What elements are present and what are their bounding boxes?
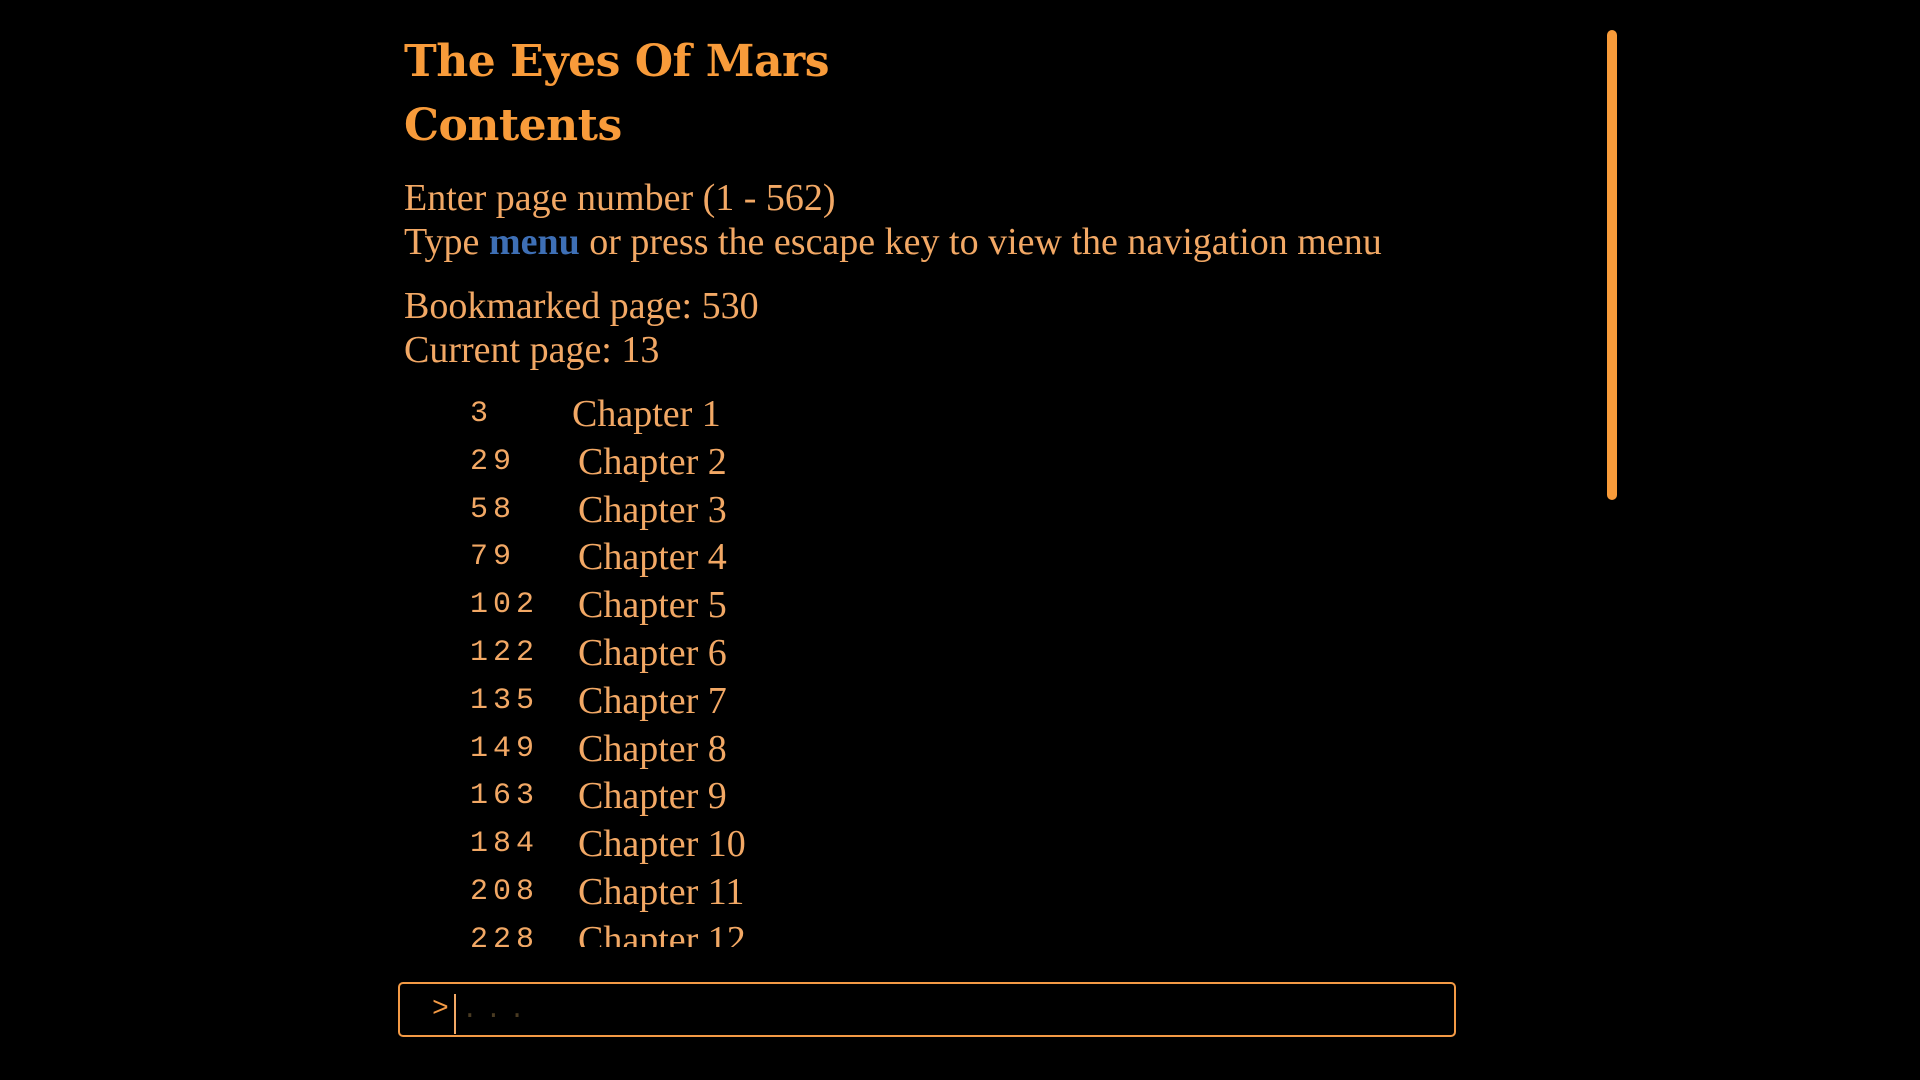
- toc-entry[interactable]: 122 Chapter 6: [404, 630, 1304, 678]
- toc-chapter-title: Chapter 10: [578, 823, 746, 866]
- toc-entry[interactable]: 184 Chapter 10: [404, 821, 1304, 869]
- toc-entry[interactable]: 29 Chapter 2: [404, 439, 1304, 487]
- bookmarked-page: Bookmarked page: 530: [404, 285, 759, 327]
- toc-page-number: 79: [470, 540, 517, 575]
- toc-page-number: 102: [470, 588, 540, 623]
- scrollbar[interactable]: [1607, 30, 1617, 500]
- page-number-input[interactable]: [458, 984, 1446, 1035]
- menu-instruction: Type menu or press the escape key to vie…: [404, 220, 1382, 264]
- toc-page-number: 163: [470, 779, 540, 814]
- toc-chapter-title: Chapter 9: [578, 775, 727, 818]
- toc-page-number: 184: [470, 827, 540, 862]
- toc-entry[interactable]: 149 Chapter 8: [404, 726, 1304, 774]
- toc-entry[interactable]: 208 Chapter 11: [404, 869, 1304, 917]
- toc-chapter-title: Chapter 2: [578, 440, 727, 483]
- toc-page-number: 58: [470, 492, 517, 527]
- toc-chapter-title: Chapter 7: [578, 679, 727, 722]
- toc-page-number: 149: [470, 731, 540, 766]
- book-title: The Eyes Of Mars: [404, 36, 829, 87]
- toc-chapter-title: Chapter 5: [578, 584, 727, 627]
- command-input-box: >: [398, 982, 1456, 1037]
- text-caret: [454, 994, 456, 1034]
- toc-page-number: 135: [470, 683, 540, 718]
- page-range-instruction: Enter page number (1 - 562): [404, 177, 836, 219]
- toc-chapter-title: Chapter 6: [578, 631, 727, 674]
- menu-instruction-prefix: Type: [404, 221, 489, 263]
- toc-page-number: 29: [470, 444, 517, 479]
- menu-instruction-suffix: or press the escape key to view the navi…: [579, 221, 1382, 263]
- toc-chapter-title: Chapter 3: [578, 488, 727, 531]
- toc-chapter-title: Chapter 1: [572, 393, 721, 435]
- section-title: Contents: [404, 100, 622, 151]
- toc-entry[interactable]: 102 Chapter 5: [404, 582, 1304, 630]
- toc-entry[interactable]: 3 Chapter 1: [404, 391, 1304, 439]
- toc-page-number: 122: [470, 635, 540, 670]
- toc-page-number: 208: [470, 874, 540, 909]
- prompt-symbol: >: [432, 994, 449, 1025]
- toc-chapter-title: Chapter 12: [578, 918, 746, 947]
- toc-entry[interactable]: 58 Chapter 3: [404, 487, 1304, 535]
- toc-chapter-title: Chapter 8: [578, 727, 727, 770]
- table-of-contents: 3 Chapter 1 29 Chapter 2 58 Chapter 3 79 Chapte…: [404, 391, 1304, 947]
- toc-entry[interactable]: 163 Chapter 9: [404, 773, 1304, 821]
- toc-entry[interactable]: 79 Chapter 4: [404, 534, 1304, 582]
- toc-chapter-title: Chapter 11: [578, 870, 745, 913]
- toc-chapter-title: Chapter 4: [578, 536, 727, 579]
- menu-keyword-link[interactable]: menu: [489, 221, 580, 263]
- current-page: Current page: 13: [404, 329, 660, 371]
- toc-page-number: 3: [470, 397, 494, 431]
- toc-page-number: 228: [470, 922, 540, 947]
- toc-entry[interactable]: 228 Chapter 12: [404, 917, 1304, 947]
- toc-entry[interactable]: 135 Chapter 7: [404, 678, 1304, 726]
